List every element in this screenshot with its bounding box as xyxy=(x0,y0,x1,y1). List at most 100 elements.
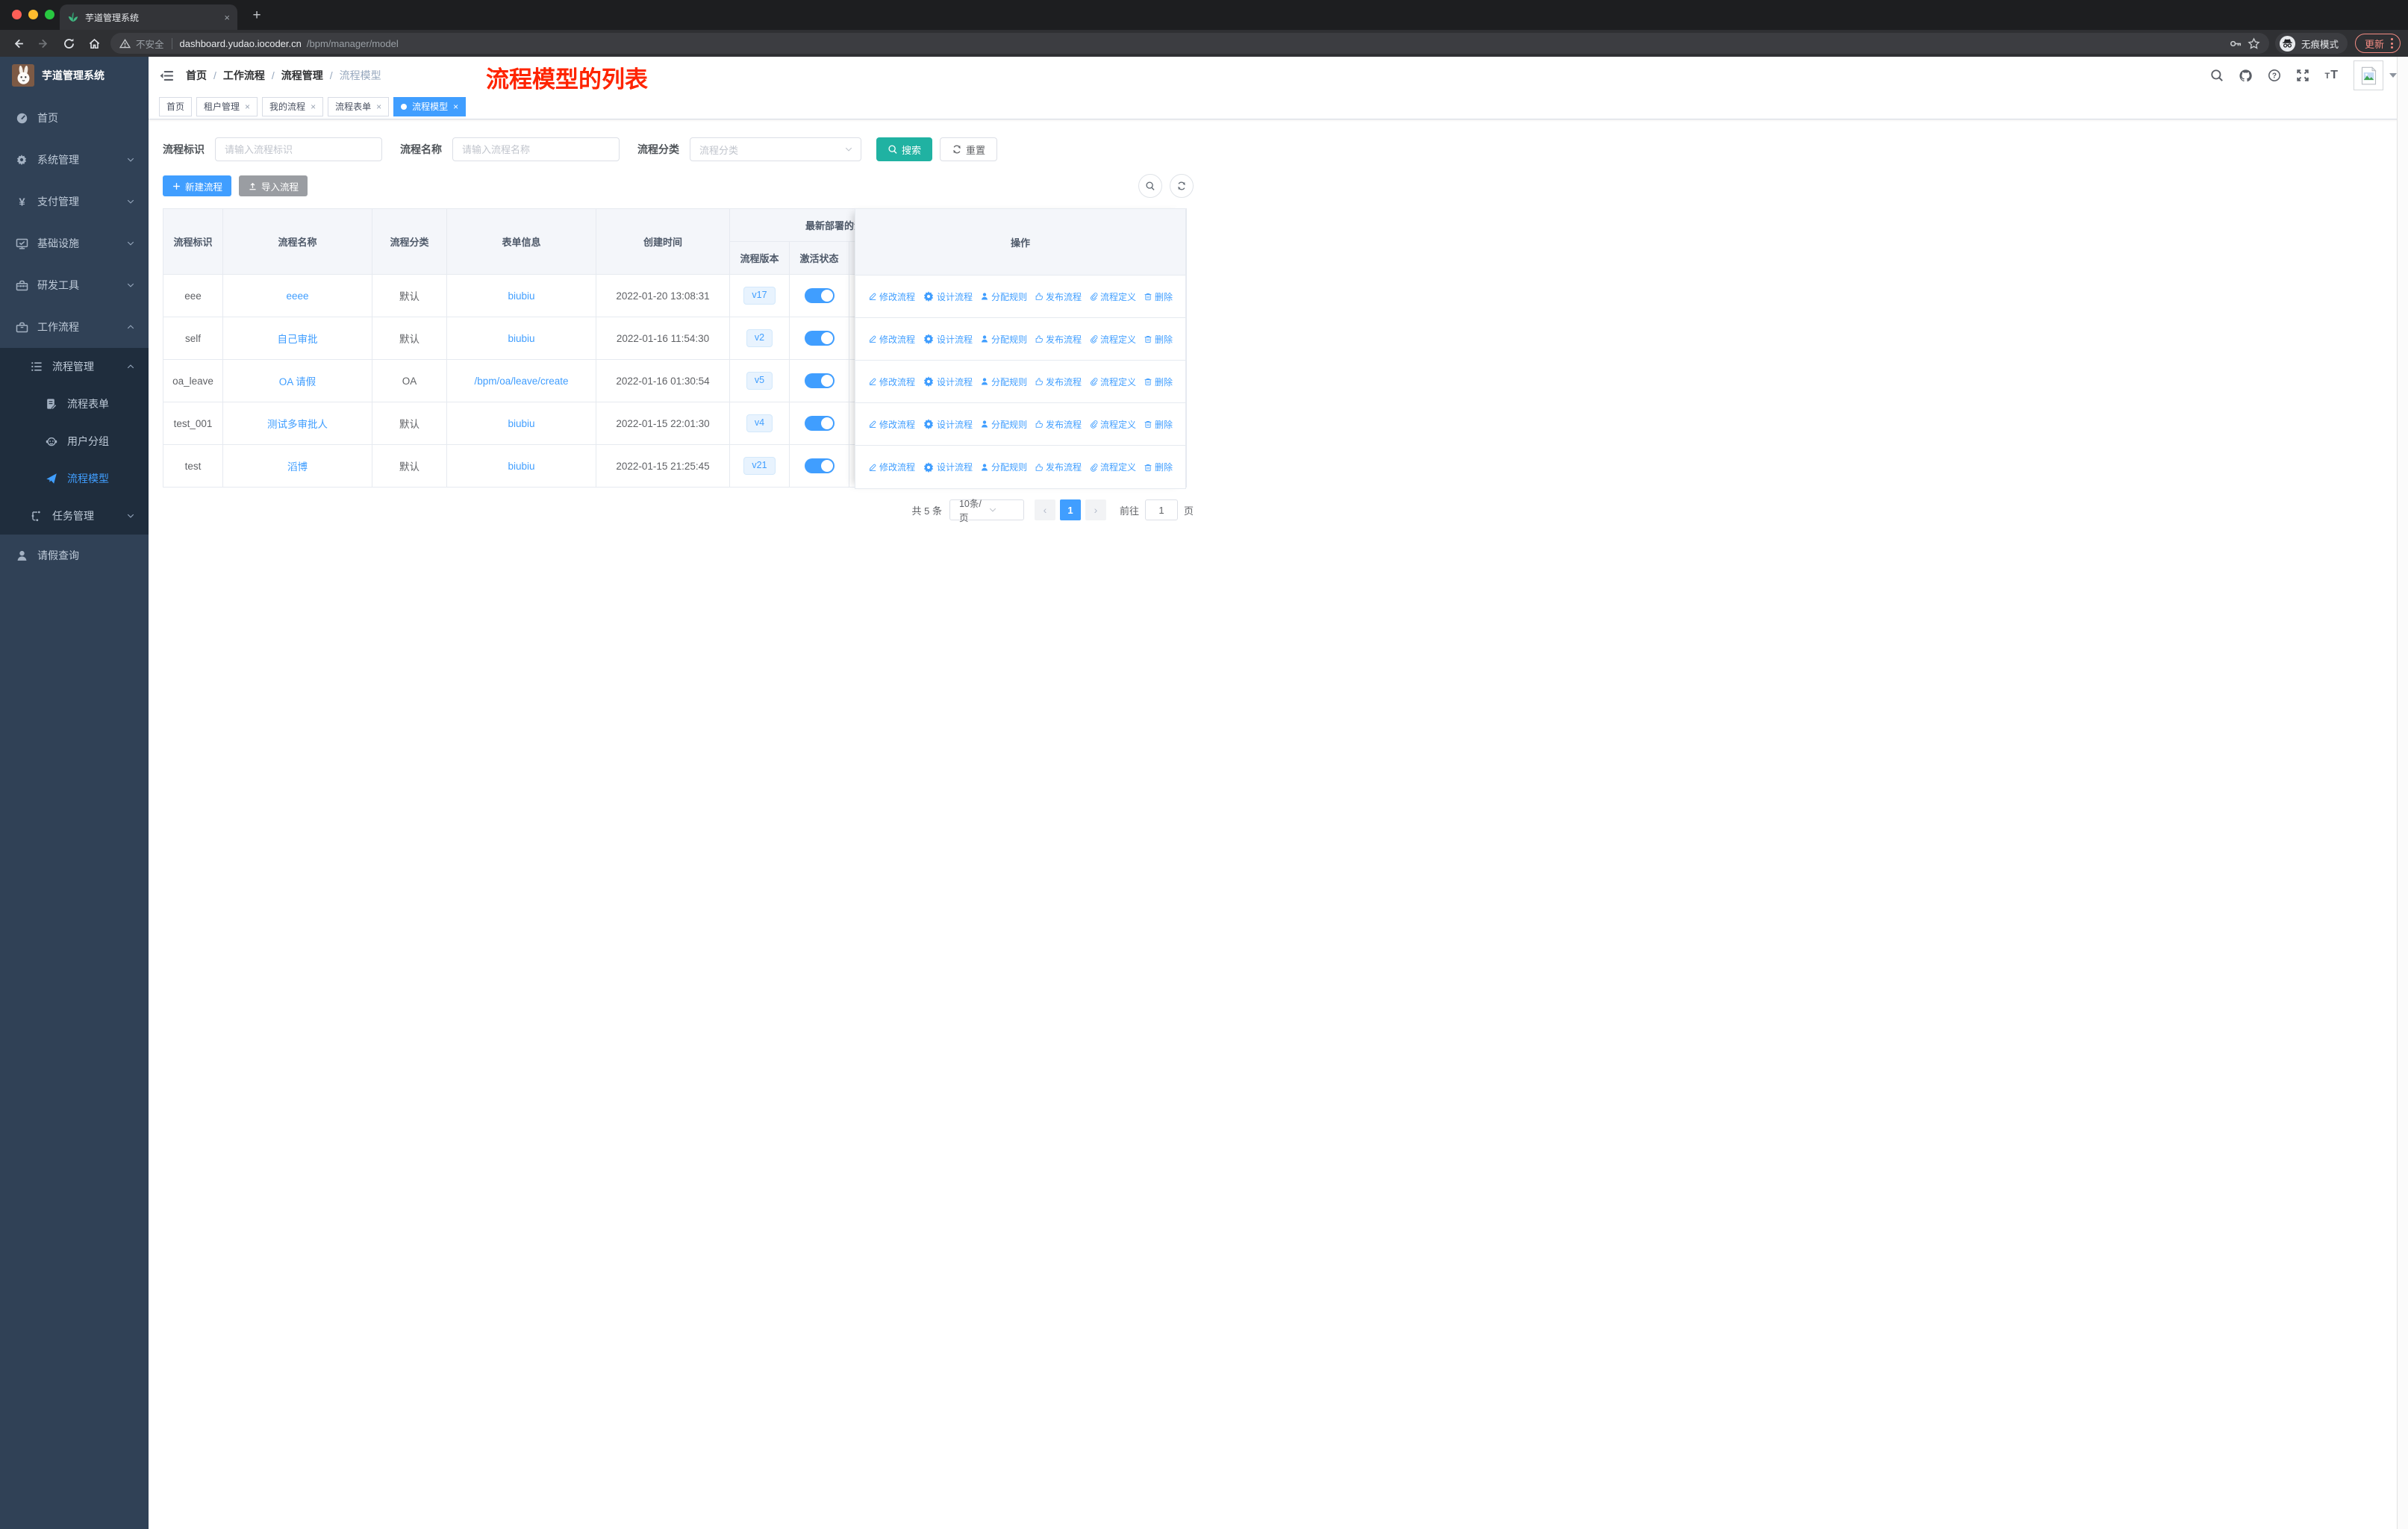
action-流程定义[interactable]: 流程定义 xyxy=(1089,376,1136,388)
prev-page-button[interactable]: ‹ xyxy=(1034,499,1055,520)
reset-button[interactable]: 重置 xyxy=(940,137,998,161)
reload-icon[interactable] xyxy=(58,33,79,54)
close-icon[interactable]: × xyxy=(245,102,250,112)
action-删除[interactable]: 删除 xyxy=(1144,461,1173,473)
sidebar-item-流程管理[interactable]: 流程管理 xyxy=(0,348,149,385)
active-toggle[interactable] xyxy=(804,458,835,473)
active-toggle[interactable] xyxy=(804,331,835,346)
action-设计流程[interactable]: 设计流程 xyxy=(923,333,973,346)
action-修改流程[interactable]: 修改流程 xyxy=(868,461,915,473)
action-分配规则[interactable]: 分配规则 xyxy=(980,333,1027,346)
form-info-link[interactable]: /bpm/oa/leave/create xyxy=(474,376,568,387)
breadcrumb-item[interactable]: 工作流程 xyxy=(223,68,265,83)
maximize-window-button[interactable] xyxy=(45,10,54,19)
sidebar-item-任务管理[interactable]: 任务管理 xyxy=(0,497,149,535)
action-流程定义[interactable]: 流程定义 xyxy=(1089,418,1136,431)
app-logo-row[interactable]: 芋道管理系统 xyxy=(0,57,149,94)
action-分配规则[interactable]: 分配规则 xyxy=(980,290,1027,303)
bookmark-star-icon[interactable] xyxy=(2248,37,2260,50)
close-icon[interactable]: × xyxy=(311,102,316,112)
form-info-link[interactable]: biubiu xyxy=(508,418,534,429)
search-button[interactable]: 搜索 xyxy=(876,137,933,161)
page-scrollbar[interactable] xyxy=(2397,57,2408,1529)
forward-icon[interactable] xyxy=(33,33,54,54)
minimize-window-button[interactable] xyxy=(28,10,38,19)
close-window-button[interactable] xyxy=(12,10,22,19)
form-info-link[interactable]: biubiu xyxy=(508,290,534,302)
action-流程定义[interactable]: 流程定义 xyxy=(1089,333,1136,346)
action-发布流程[interactable]: 发布流程 xyxy=(1035,461,1082,473)
tab-租户管理[interactable]: 租户管理 × xyxy=(196,96,258,116)
breadcrumb-item[interactable]: 流程管理 xyxy=(281,68,323,83)
action-分配规则[interactable]: 分配规则 xyxy=(980,418,1027,431)
fullscreen-icon[interactable] xyxy=(2296,69,2309,82)
sidebar-item-流程模型[interactable]: 流程模型 xyxy=(0,460,149,497)
close-icon[interactable]: × xyxy=(453,102,458,112)
sidebar-item-支付管理[interactable]: ¥ 支付管理 xyxy=(0,181,149,222)
process-name-link[interactable]: 测试多审批人 xyxy=(267,419,328,430)
font-size-icon[interactable]: TT xyxy=(2324,69,2339,82)
action-发布流程[interactable]: 发布流程 xyxy=(1035,376,1082,388)
browser-tab[interactable]: 芋道管理系统 × xyxy=(60,4,237,30)
tab-流程表单[interactable]: 流程表单 × xyxy=(328,96,390,116)
action-删除[interactable]: 删除 xyxy=(1144,333,1173,346)
active-toggle[interactable] xyxy=(804,288,835,303)
action-修改流程[interactable]: 修改流程 xyxy=(868,290,915,303)
address-bar[interactable]: 不安全 dashboard.yudao.iocoder.cn/bpm/manag… xyxy=(110,33,2269,54)
new-tab-button[interactable]: + xyxy=(246,5,267,26)
process-name-link[interactable]: 滔博 xyxy=(287,461,308,473)
sidebar-item-工作流程[interactable]: 工作流程 xyxy=(0,306,149,348)
chevron-down-icon[interactable] xyxy=(2389,73,2397,78)
breadcrumb-item[interactable]: 首页 xyxy=(186,68,207,83)
tab-我的流程[interactable]: 我的流程 × xyxy=(262,96,324,116)
import-process-button[interactable]: 导入流程 xyxy=(239,175,308,196)
action-删除[interactable]: 删除 xyxy=(1144,418,1173,431)
update-button[interactable]: 更新 xyxy=(2354,34,2401,53)
action-流程定义[interactable]: 流程定义 xyxy=(1089,461,1136,473)
action-分配规则[interactable]: 分配规则 xyxy=(980,461,1027,473)
process-name-link[interactable]: OA 请假 xyxy=(279,376,316,387)
sidebar-item-用户分组[interactable]: 用户分组 xyxy=(0,423,149,460)
filter-name-input[interactable] xyxy=(452,137,620,161)
action-修改流程[interactable]: 修改流程 xyxy=(868,418,915,431)
action-设计流程[interactable]: 设计流程 xyxy=(923,376,973,388)
filter-category-select[interactable]: 流程分类 xyxy=(690,137,861,161)
next-page-button[interactable]: › xyxy=(1085,499,1106,520)
goto-page-input[interactable] xyxy=(1144,499,1178,520)
search-icon[interactable] xyxy=(2210,69,2224,82)
avatar[interactable] xyxy=(2354,60,2383,90)
browser-menu-icon[interactable] xyxy=(2391,38,2393,49)
action-流程定义[interactable]: 流程定义 xyxy=(1089,290,1136,303)
page-number-1[interactable]: 1 xyxy=(1059,499,1081,520)
sidebar-item-基础设施[interactable]: 基础设施 xyxy=(0,222,149,264)
action-设计流程[interactable]: 设计流程 xyxy=(923,461,973,473)
action-修改流程[interactable]: 修改流程 xyxy=(868,333,915,346)
tab-首页[interactable]: 首页 xyxy=(159,96,193,116)
sidebar-item-首页[interactable]: 首页 xyxy=(0,97,149,139)
page-size-select[interactable]: 10条/页 xyxy=(949,499,1024,523)
process-name-link[interactable]: 自己审批 xyxy=(278,334,318,345)
active-toggle[interactable] xyxy=(804,416,835,431)
filter-id-input[interactable] xyxy=(215,137,382,161)
action-删除[interactable]: 删除 xyxy=(1144,376,1173,388)
action-删除[interactable]: 删除 xyxy=(1144,290,1173,303)
action-设计流程[interactable]: 设计流程 xyxy=(923,418,973,431)
sidebar-collapse-icon[interactable] xyxy=(160,69,174,83)
action-发布流程[interactable]: 发布流程 xyxy=(1035,418,1082,431)
toggle-search-button[interactable] xyxy=(1138,174,1162,198)
refresh-table-button[interactable] xyxy=(1170,174,1194,198)
tab-close-icon[interactable]: × xyxy=(224,12,230,23)
home-icon[interactable] xyxy=(84,33,105,54)
github-icon[interactable] xyxy=(2239,69,2253,83)
action-设计流程[interactable]: 设计流程 xyxy=(923,290,973,303)
sidebar-item-研发工具[interactable]: 研发工具 xyxy=(0,264,149,306)
window-controls[interactable] xyxy=(12,10,54,19)
action-分配规则[interactable]: 分配规则 xyxy=(980,376,1027,388)
tab-流程模型[interactable]: 流程模型 × xyxy=(393,96,467,116)
sidebar-item-系统管理[interactable]: 系统管理 xyxy=(0,139,149,181)
sidebar-item-流程表单[interactable]: 流程表单 xyxy=(0,385,149,423)
action-修改流程[interactable]: 修改流程 xyxy=(868,376,915,388)
active-toggle[interactable] xyxy=(804,373,835,388)
help-icon[interactable]: ? xyxy=(2268,69,2281,82)
action-发布流程[interactable]: 发布流程 xyxy=(1035,333,1082,346)
